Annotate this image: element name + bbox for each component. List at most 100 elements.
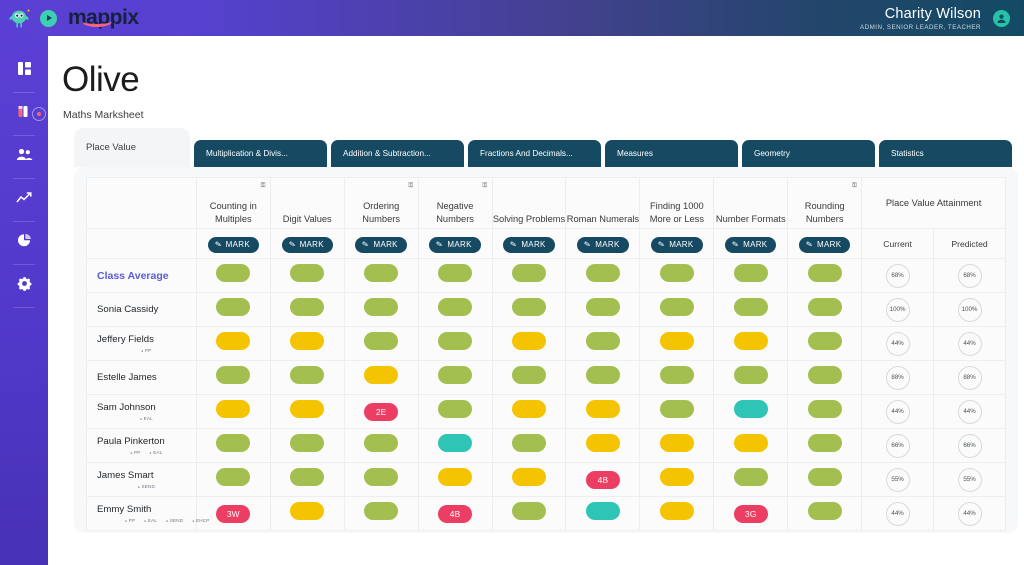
mark-pill[interactable] <box>733 400 768 418</box>
mark-pill[interactable] <box>733 468 768 486</box>
column-header-negative-numbers[interactable]: ⚿ Negative Numbers <box>417 177 493 229</box>
mark-pill[interactable] <box>585 366 620 384</box>
mark-pill[interactable] <box>585 298 620 316</box>
sidebar-item-people[interactable] <box>0 136 48 178</box>
column-header-digit-values[interactable]: Digit Values <box>269 177 345 229</box>
mark-pill[interactable] <box>512 468 546 486</box>
mark-cell[interactable] <box>565 292 641 327</box>
mark-cell[interactable] <box>565 360 641 395</box>
mark-cell[interactable] <box>491 462 567 497</box>
column-header-solving-problems[interactable]: Solving Problems <box>491 177 567 229</box>
mark-cell[interactable] <box>491 496 567 531</box>
table-row[interactable]: Sam Johnson EAL 2E 44% 44% <box>86 394 1006 429</box>
sidebar-item-settings[interactable] <box>0 265 48 307</box>
mark-pill[interactable]: 3W <box>216 505 251 523</box>
mark-cell[interactable] <box>787 462 863 497</box>
student-name-cell[interactable]: Class Average <box>86 258 197 293</box>
mark-pill[interactable] <box>807 298 842 316</box>
table-row[interactable]: Sonia Cassidy 100% 100% <box>86 292 1006 327</box>
tab-multiplication-divis[interactable]: Multiplication & Divis... <box>194 140 327 167</box>
mark-pill[interactable] <box>512 332 546 350</box>
mark-pill[interactable] <box>807 264 842 282</box>
mark-cell[interactable] <box>491 428 567 463</box>
mark-cell[interactable] <box>195 428 271 463</box>
column-header-finding-1000-more-or-less[interactable]: Finding 1000 More or Less <box>639 177 715 229</box>
mark-cell[interactable] <box>343 360 419 395</box>
mark-pill[interactable] <box>216 264 251 282</box>
mark-pill[interactable] <box>438 434 473 452</box>
mark-cell[interactable] <box>195 394 271 429</box>
mark-cell[interactable] <box>269 462 345 497</box>
tab-place-value[interactable]: Place Value <box>74 128 190 167</box>
tab-fractions-and-decimals[interactable]: Fractions And Decimals... <box>468 140 601 167</box>
mark-pill[interactable] <box>807 366 842 384</box>
mark-pill[interactable] <box>512 366 546 384</box>
mark-cell[interactable] <box>269 326 345 361</box>
mark-cell[interactable] <box>639 496 715 531</box>
mark-pill[interactable] <box>733 264 768 282</box>
mark-pill[interactable] <box>733 366 768 384</box>
mark-pill[interactable] <box>659 468 694 486</box>
mark-pill[interactable] <box>807 400 842 418</box>
mark-pill[interactable] <box>807 468 842 486</box>
mark-cell[interactable] <box>417 462 493 497</box>
mark-cell[interactable] <box>417 292 493 327</box>
column-header-roman-numerals[interactable]: Roman Numerals <box>565 177 641 229</box>
mark-pill[interactable] <box>733 298 768 316</box>
table-row[interactable]: James Smart SEND 4B 55% 55% <box>86 462 1006 497</box>
table-row[interactable]: Emmy Smith PP EAL SEND EHCP 3W 4B 3G 44% 44% <box>86 496 1006 531</box>
mark-pill[interactable] <box>585 332 620 350</box>
mark-pill[interactable] <box>512 502 546 520</box>
mark-pill[interactable]: 4B <box>585 471 620 489</box>
mark-cell[interactable] <box>491 292 567 327</box>
mark-cell[interactable] <box>787 360 863 395</box>
mark-cell[interactable] <box>269 496 345 531</box>
mark-cell[interactable] <box>343 258 419 293</box>
mark-pill[interactable] <box>290 298 325 316</box>
mark-button[interactable]: ✎ MARK <box>651 236 703 253</box>
mark-pill[interactable] <box>512 264 546 282</box>
mark-pill[interactable] <box>807 332 842 350</box>
mark-cell[interactable] <box>269 394 345 429</box>
mark-cell[interactable] <box>713 326 789 361</box>
mark-cell[interactable] <box>713 428 789 463</box>
mark-button[interactable]: ✎ MARK <box>281 236 333 253</box>
mark-pill[interactable] <box>290 468 325 486</box>
mark-cell[interactable] <box>343 292 419 327</box>
mark-cell[interactable] <box>491 394 567 429</box>
mark-pill[interactable] <box>438 400 473 418</box>
mark-pill[interactable]: 4B <box>438 505 473 523</box>
mark-pill[interactable] <box>216 400 251 418</box>
mark-pill[interactable]: 2E <box>364 403 399 421</box>
sidebar-item-dashboard[interactable] <box>0 50 48 92</box>
mark-pill[interactable] <box>807 434 842 452</box>
student-name-cell[interactable]: Paula Pinkerton PP EAL <box>86 428 197 463</box>
mark-cell[interactable] <box>639 326 715 361</box>
mark-cell[interactable] <box>639 428 715 463</box>
mark-cell[interactable] <box>639 394 715 429</box>
mark-cell[interactable] <box>787 394 863 429</box>
mark-cell[interactable] <box>195 360 271 395</box>
mark-pill[interactable] <box>216 298 251 316</box>
sidebar-item-books[interactable] <box>0 93 48 135</box>
student-name-cell[interactable]: Estelle James <box>86 360 197 395</box>
mark-pill[interactable] <box>290 400 325 418</box>
student-name-cell[interactable]: Emmy Smith PP EAL SEND EHCP <box>86 496 209 531</box>
mark-pill[interactable] <box>438 366 473 384</box>
mark-pill[interactable] <box>438 298 473 316</box>
sidebar-item-reports[interactable] <box>0 222 48 264</box>
mark-pill[interactable] <box>438 264 473 282</box>
mark-pill[interactable] <box>364 332 399 350</box>
mark-cell[interactable]: 4B <box>565 462 641 497</box>
mark-pill[interactable] <box>438 468 473 486</box>
mark-pill[interactable] <box>290 502 325 520</box>
mark-pill[interactable] <box>216 434 251 452</box>
mark-cell[interactable] <box>713 462 789 497</box>
mark-cell[interactable] <box>195 258 271 293</box>
tab-geometry[interactable]: Geometry <box>742 140 875 167</box>
table-row[interactable]: Estelle James 88% 88% <box>86 360 1006 395</box>
mark-pill[interactable] <box>364 298 399 316</box>
mark-cell[interactable] <box>713 360 789 395</box>
mark-button[interactable]: ✎ MARK <box>725 236 777 253</box>
mark-button[interactable]: ✎ MARK <box>429 236 481 253</box>
